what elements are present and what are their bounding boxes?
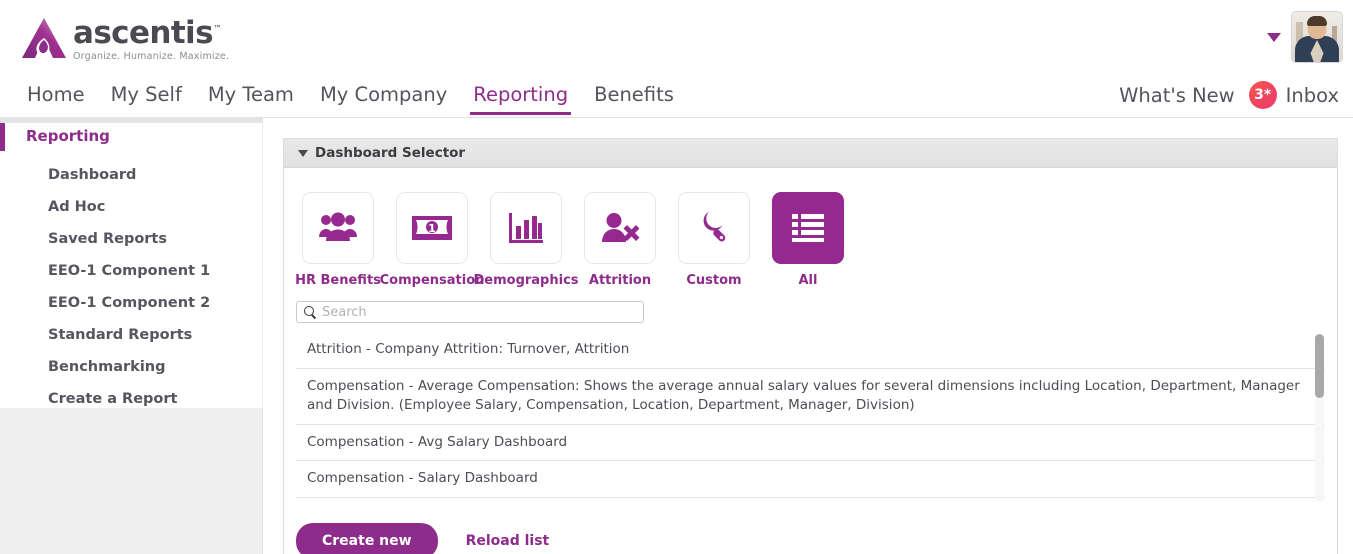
sidebar-item-eeo1-component-1[interactable]: EEO-1 Component 1 (48, 255, 210, 287)
sidebar-active-accent (0, 123, 5, 151)
tile-box[interactable] (302, 192, 374, 264)
whats-new-link[interactable]: What's New (1119, 84, 1235, 107)
nav-item-my-self[interactable]: My Self (98, 80, 195, 110)
brand-tagline: Organize. Humanize. Maximize. (73, 51, 230, 62)
tile-label: Demographics (473, 273, 579, 288)
account-menu[interactable] (1267, 11, 1343, 63)
nav-item-reporting[interactable]: Reporting (460, 80, 581, 115)
nav-item-benefits[interactable]: Benefits (581, 80, 687, 110)
list-item[interactable]: Compensation - Avg Salary Dashboard (296, 425, 1325, 462)
svg-text:1: 1 (428, 222, 436, 235)
trademark-symbol: ™ (212, 24, 222, 35)
sidebar: Reporting Dashboard Ad Hoc Saved Reports… (0, 123, 263, 408)
app-root: ascentis™ Organize. Humanize. Maximize. … (0, 0, 1353, 554)
category-tile-compensation[interactable]: 1 Compensation (380, 192, 484, 288)
reload-list-link[interactable]: Reload list (466, 533, 550, 549)
search-input[interactable] (322, 304, 636, 320)
category-tile-hr-benefits[interactable]: HR Benefits (291, 192, 385, 288)
create-new-button[interactable]: Create new (296, 523, 438, 554)
search-row (284, 288, 1337, 323)
search-box[interactable] (296, 301, 644, 323)
tile-box[interactable]: 1 (396, 192, 468, 264)
sidebar-item-saved-reports[interactable]: Saved Reports (48, 223, 210, 255)
caret-down-icon[interactable] (1267, 32, 1281, 42)
category-tile-all[interactable]: All (761, 192, 855, 288)
tile-box[interactable] (678, 192, 750, 264)
sidebar-item-ad-hoc[interactable]: Ad Hoc (48, 191, 210, 223)
dashboard-list: Attrition - Company Attrition: Turnover,… (296, 332, 1325, 502)
inbox-badge[interactable]: 3* (1248, 81, 1277, 109)
sidebar-filler (0, 408, 263, 554)
triangle-down-icon[interactable] (298, 149, 308, 157)
nav-item-my-team[interactable]: My Team (195, 80, 307, 110)
nav-item-my-company[interactable]: My Company (307, 80, 460, 110)
sidebar-item-dashboard[interactable]: Dashboard (48, 159, 210, 191)
banknote-icon: 1 (412, 216, 452, 240)
list-scrollbar-thumb[interactable] (1315, 334, 1324, 398)
panel-actions: Create new Reload list (284, 502, 1337, 554)
list-item[interactable]: Custom - ActiveEmployees: Various views … (296, 498, 1325, 502)
avatar[interactable] (1291, 11, 1343, 63)
dashboard-list-scroll: Attrition - Company Attrition: Turnover,… (296, 332, 1325, 502)
ascentis-logo-icon (22, 18, 66, 58)
list-item[interactable]: Compensation - Average Compensation: Sho… (296, 369, 1325, 425)
main-navigation: Home My Self My Team My Company Reportin… (0, 72, 1353, 118)
category-tile-custom[interactable]: Custom (667, 192, 761, 288)
sidebar-item-standard-reports[interactable]: Standard Reports (48, 319, 210, 351)
nav-items: Home My Self My Team My Company Reportin… (14, 72, 687, 118)
tile-label: Custom (686, 273, 742, 288)
tile-label: Attrition (588, 273, 652, 288)
list-item[interactable]: Compensation - Salary Dashboard (296, 461, 1325, 498)
tile-box-selected[interactable] (772, 192, 844, 264)
sidebar-menu: Dashboard Ad Hoc Saved Reports EEO-1 Com… (48, 159, 210, 415)
sidebar-item-benchmarking[interactable]: Benchmarking (48, 351, 210, 383)
brand-logo[interactable]: ascentis™ Organize. Humanize. Maximize. (22, 16, 229, 62)
tile-label: All (798, 273, 818, 288)
list-icon (792, 214, 824, 242)
sidebar-title: Reporting (26, 127, 110, 145)
panel-title: Dashboard Selector (315, 145, 466, 161)
avatar-hair (1307, 16, 1327, 26)
tile-label: HR Benefits (295, 273, 381, 288)
nav-item-home[interactable]: Home (14, 80, 98, 110)
sidebar-item-eeo1-component-2[interactable]: EEO-1 Component 2 (48, 287, 210, 319)
people-group-icon (319, 212, 357, 241)
tile-box[interactable] (490, 192, 562, 264)
tile-box[interactable] (584, 192, 656, 264)
list-item[interactable]: Attrition - Company Attrition: Turnover,… (296, 332, 1325, 369)
wrench-icon (699, 211, 726, 242)
bar-chart-icon (509, 213, 543, 243)
tile-label: Compensation (379, 273, 485, 288)
category-tiles: HR Benefits 1 Compensation Demographics … (284, 168, 1337, 288)
person-remove-icon (602, 213, 640, 242)
panel-header[interactable]: Dashboard Selector (284, 139, 1337, 168)
nav-utilities: What's New 3* Inbox (1119, 72, 1339, 118)
brand-name: ascentis™ (73, 15, 222, 51)
category-tile-demographics[interactable]: Demographics (473, 192, 579, 288)
dashboard-selector-panel: Dashboard Selector HR Benefits 1 Compens… (283, 138, 1338, 554)
top-header: ascentis™ Organize. Humanize. Maximize. (0, 0, 1353, 72)
search-icon (304, 306, 316, 318)
category-tile-attrition[interactable]: Attrition (573, 192, 667, 288)
inbox-link[interactable]: Inbox (1286, 84, 1339, 107)
